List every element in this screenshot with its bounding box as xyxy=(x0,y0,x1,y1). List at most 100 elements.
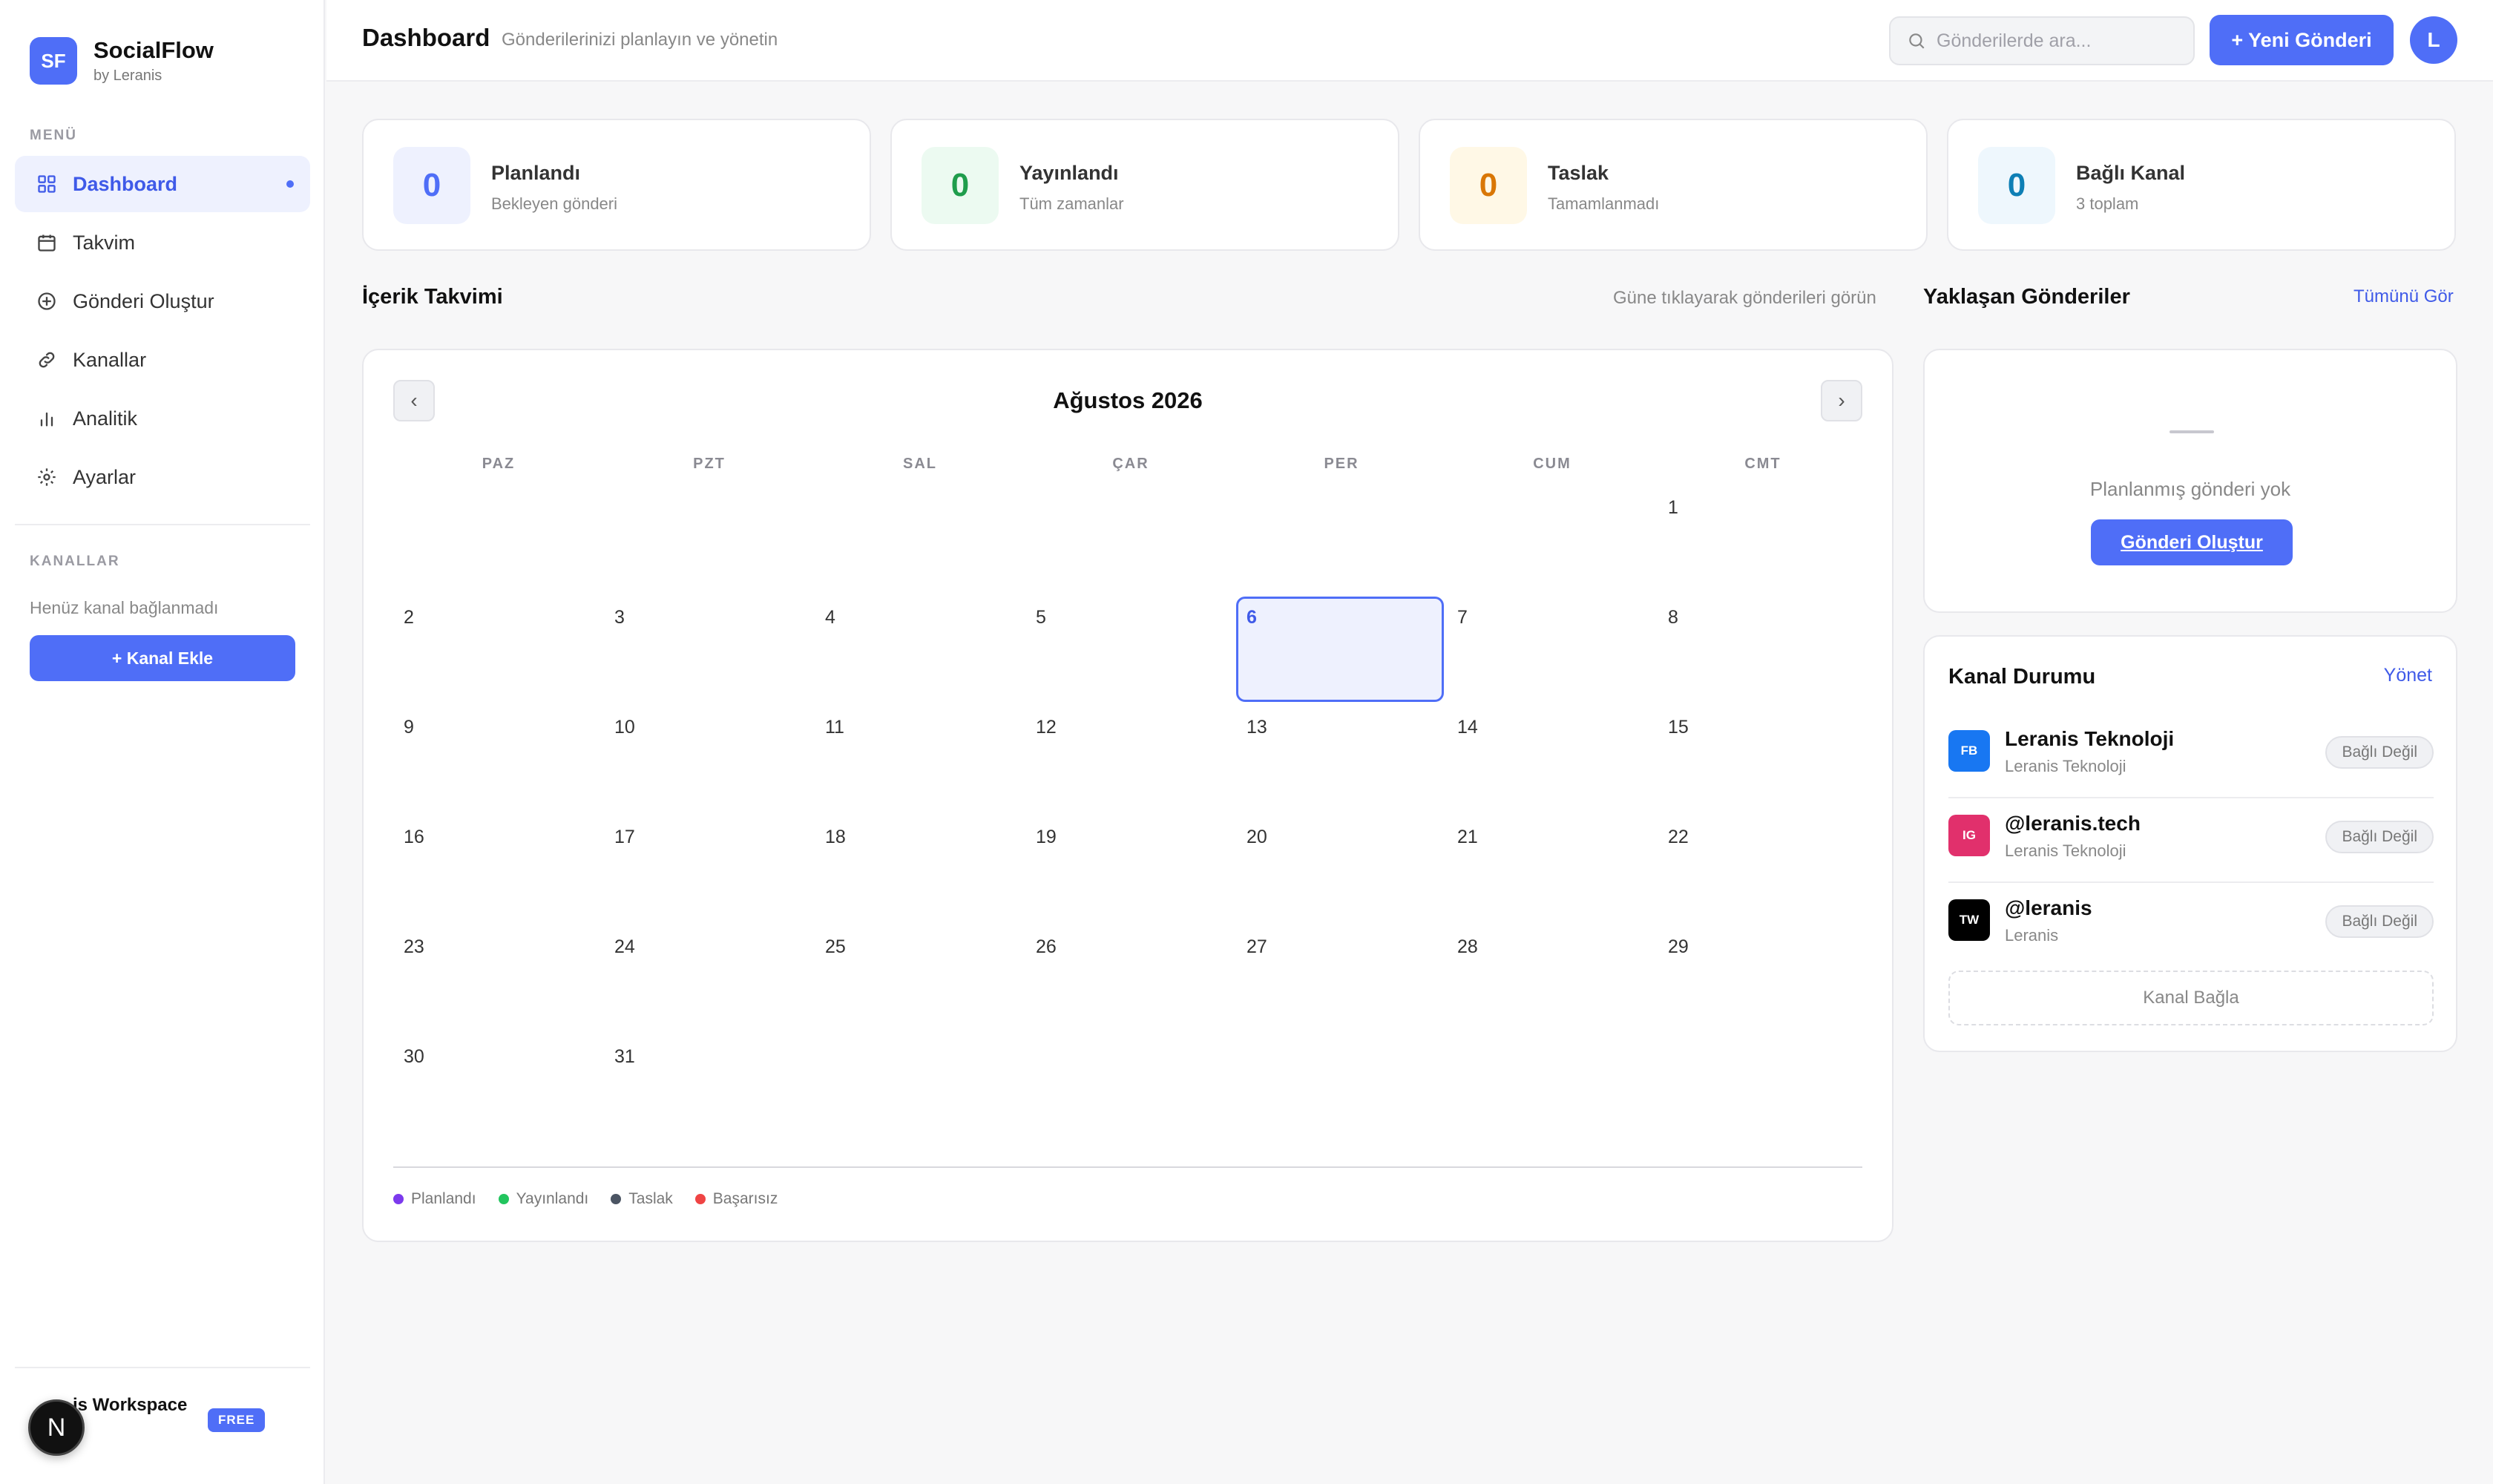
add-channel-button[interactable]: + Kanal Ekle xyxy=(30,635,295,681)
brand-logo: SF xyxy=(30,37,77,85)
connect-channel-button[interactable]: Kanal Bağla xyxy=(1948,971,2434,1025)
calendar-day-today[interactable]: 6 xyxy=(1236,597,1444,702)
calendar-day[interactable]: 26 xyxy=(1025,926,1233,1031)
channel-account: Leranis xyxy=(2005,926,2059,945)
channel-account: Leranis Teknoloji xyxy=(2005,841,2126,860)
channel-row-instagram[interactable]: IG @leranis.tech Leranis Teknoloji Bağlı… xyxy=(1948,800,2434,883)
legend-dot xyxy=(498,1194,509,1204)
calendar-day[interactable]: 24 xyxy=(604,926,812,1031)
calendar-day[interactable]: 13 xyxy=(1236,706,1444,812)
calendar-day[interactable]: 20 xyxy=(1236,816,1444,922)
calendar-icon xyxy=(36,232,58,254)
calendar-divider xyxy=(393,1166,1862,1168)
weekday-header: PZT xyxy=(693,456,726,472)
day-number: 16 xyxy=(404,827,424,847)
manage-channels-link[interactable]: Yönet xyxy=(2384,665,2432,686)
sidebar-item-dashboard[interactable]: Dashboard xyxy=(15,156,310,212)
calendar-day[interactable]: 4 xyxy=(815,597,1022,702)
facebook-icon: FB xyxy=(1948,730,1990,772)
calendar-day[interactable]: 25 xyxy=(815,926,1022,1031)
sidebar-item-kanallar[interactable]: Kanallar xyxy=(15,332,310,388)
calendar-day[interactable]: 7 xyxy=(1447,597,1655,702)
calendar-day[interactable]: 18 xyxy=(815,816,1022,922)
channel-status-badge: Bağlı Değil xyxy=(2325,736,2434,769)
day-number: 30 xyxy=(404,1046,424,1067)
calendar-day[interactable]: 31 xyxy=(604,1036,812,1141)
calendar-day[interactable]: 15 xyxy=(1658,706,1865,812)
dev-tools-avatar[interactable]: N xyxy=(28,1399,85,1456)
calendar-day[interactable]: 23 xyxy=(393,926,601,1031)
day-number: 29 xyxy=(1668,936,1689,957)
calendar-day[interactable]: 8 xyxy=(1658,597,1865,702)
active-indicator-dot xyxy=(286,180,294,188)
sidebar-item-ayarlar[interactable]: Ayarlar xyxy=(15,449,310,505)
calendar-day[interactable]: 16 xyxy=(393,816,601,922)
create-post-button[interactable]: Gönderi Oluştur xyxy=(2091,519,2293,565)
calendar-day[interactable]: 27 xyxy=(1236,926,1444,1031)
sidebar-item-label: Dashboard xyxy=(73,172,178,195)
calendar-day[interactable]: 19 xyxy=(1025,816,1233,922)
legend-item: Yayınlandı xyxy=(498,1190,589,1208)
calendar-day[interactable]: 22 xyxy=(1658,816,1865,922)
instagram-icon: IG xyxy=(1948,815,1990,856)
workspace-name: is Workspace xyxy=(73,1395,188,1415)
stat-title: Bağlı Kanal xyxy=(2076,162,2186,184)
stat-card-published: 0 Yayınlandı Tüm zamanlar xyxy=(890,119,1399,251)
upcoming-section-title: Yaklaşan Gönderiler xyxy=(1923,285,2130,309)
user-avatar[interactable]: L xyxy=(2410,16,2457,64)
day-number: 26 xyxy=(1036,936,1057,957)
stat-title: Yayınlandı xyxy=(1019,162,1119,184)
calendar-day[interactable]: 3 xyxy=(604,597,812,702)
page-subtitle: Gönderilerinizi planlayın ve yönetin xyxy=(502,30,778,50)
calendar-day[interactable]: 11 xyxy=(815,706,1022,812)
calendar-day[interactable]: 2 xyxy=(393,597,601,702)
channel-row-twitter[interactable]: TW @leranis Leranis Bağlı Değil xyxy=(1948,884,2434,968)
upcoming-posts-card: Planlanmış gönderi yok Gönderi Oluştur xyxy=(1923,349,2457,613)
day-number: 1 xyxy=(1668,497,1678,518)
weekday-header: PAZ xyxy=(482,456,516,472)
legend-dot xyxy=(393,1194,404,1204)
calendar-day[interactable]: 1 xyxy=(1658,487,1865,592)
weekday-header: ÇAR xyxy=(1112,456,1149,472)
calendar-day[interactable]: 9 xyxy=(393,706,601,812)
calendar-day[interactable]: 12 xyxy=(1025,706,1233,812)
day-number: 31 xyxy=(614,1046,635,1067)
brand[interactable]: SF SocialFlow by Leranis xyxy=(30,36,214,86)
see-all-link[interactable]: Tümünü Gör xyxy=(2354,286,2454,307)
calendar-day[interactable]: 30 xyxy=(393,1036,601,1141)
calendar-day[interactable]: 28 xyxy=(1447,926,1655,1031)
next-month-button[interactable]: › xyxy=(1821,380,1862,421)
calendar-day[interactable]: 17 xyxy=(604,816,812,922)
day-number: 15 xyxy=(1668,717,1689,738)
day-number: 28 xyxy=(1457,936,1478,957)
no-channel-text: Henüz kanal bağlanmadı xyxy=(30,598,219,617)
stat-card-connected-channels: 0 Bağlı Kanal 3 toplam xyxy=(1947,119,2456,251)
calendar-day[interactable]: 21 xyxy=(1447,816,1655,922)
calendar-day[interactable]: 10 xyxy=(604,706,812,812)
stat-subtitle: Tüm zamanlar xyxy=(1019,194,1124,213)
grid-icon xyxy=(36,173,58,195)
calendar-legend: Planlandı Yayınlandı Taslak Başarısız xyxy=(393,1190,800,1208)
day-number: 8 xyxy=(1668,607,1678,628)
channel-status-card: Kanal Durumu Yönet FB Leranis Teknoloji … xyxy=(1923,635,2457,1052)
calendar-day[interactable]: 29 xyxy=(1658,926,1865,1031)
day-number: 9 xyxy=(404,717,414,738)
search-box[interactable] xyxy=(1889,16,2195,65)
sidebar-item-label: Takvim xyxy=(73,231,136,254)
channel-status-badge: Bağlı Değil xyxy=(2325,905,2434,938)
new-post-button[interactable]: + Yeni Gönderi xyxy=(2210,15,2394,65)
day-number: 5 xyxy=(1036,607,1046,628)
search-input[interactable] xyxy=(1937,30,2181,52)
channel-row-facebook[interactable]: FB Leranis Teknoloji Leranis Teknoloji B… xyxy=(1948,715,2434,798)
sidebar-item-gonderi-olustur[interactable]: Gönderi Oluştur xyxy=(15,273,310,329)
weekday-header: CMT xyxy=(1744,456,1781,472)
sidebar-item-takvim[interactable]: Takvim xyxy=(15,214,310,271)
calendar-month-label: Ağustos 2026 xyxy=(1053,387,1203,413)
calendar-day[interactable]: 14 xyxy=(1447,706,1655,812)
legend-label: Yayınlandı xyxy=(516,1190,589,1207)
day-number: 6 xyxy=(1246,607,1257,628)
calendar-day[interactable]: 5 xyxy=(1025,597,1233,702)
page-title: Dashboard xyxy=(362,24,490,51)
sidebar-item-analitik[interactable]: Analitik xyxy=(15,390,310,447)
workspace-switcher[interactable]: is Workspace xyxy=(73,1395,187,1416)
